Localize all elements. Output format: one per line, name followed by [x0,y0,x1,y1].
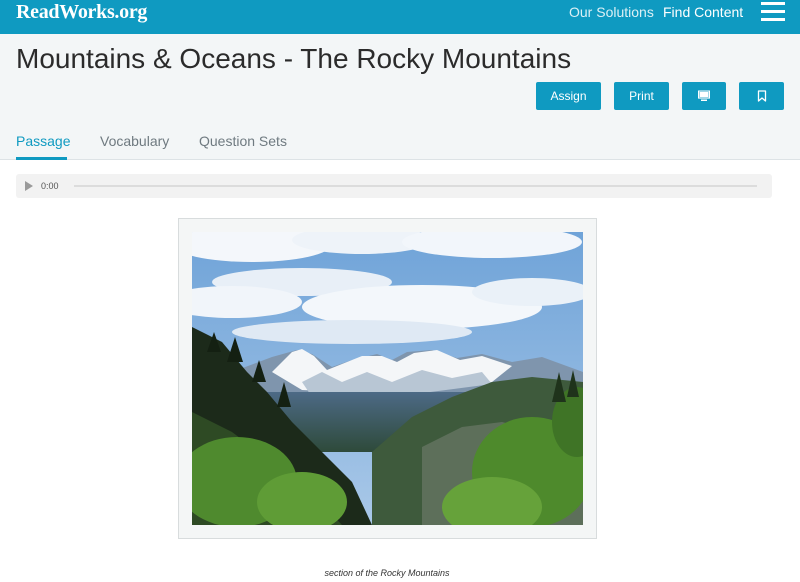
tab-vocabulary[interactable]: Vocabulary [100,133,169,149]
nav-find-content[interactable]: Find Content [663,4,743,20]
hamburger-menu-icon[interactable] [761,2,785,22]
passage-header: Mountains & Oceans - The Rocky Mountains… [0,34,800,160]
passage-figure [178,218,597,539]
top-navigation-bar: ReadWorks.org Our Solutions Find Content [0,0,800,34]
present-button[interactable] [682,82,726,110]
bookmark-icon [757,90,766,102]
play-icon[interactable] [25,181,33,191]
bookmark-button[interactable] [739,82,784,110]
page-title: Mountains & Oceans - The Rocky Mountains [16,43,572,74]
audio-progress-track[interactable] [74,185,757,187]
rocky-mountains-photo [192,232,583,525]
audio-time: 0:00 [41,181,59,191]
tab-passage[interactable]: Passage [16,133,70,149]
print-button[interactable]: Print [614,82,669,110]
active-tab-indicator [16,157,67,160]
tab-question-sets[interactable]: Question Sets [199,133,287,149]
audio-player: 0:00 [16,174,772,198]
monitor-icon [698,90,710,101]
readworks-logo[interactable]: ReadWorks.org [16,0,147,24]
figure-caption: section of the Rocky Mountains [324,568,450,578]
nav-our-solutions[interactable]: Our Solutions [569,4,654,20]
assign-button[interactable]: Assign [536,82,601,110]
